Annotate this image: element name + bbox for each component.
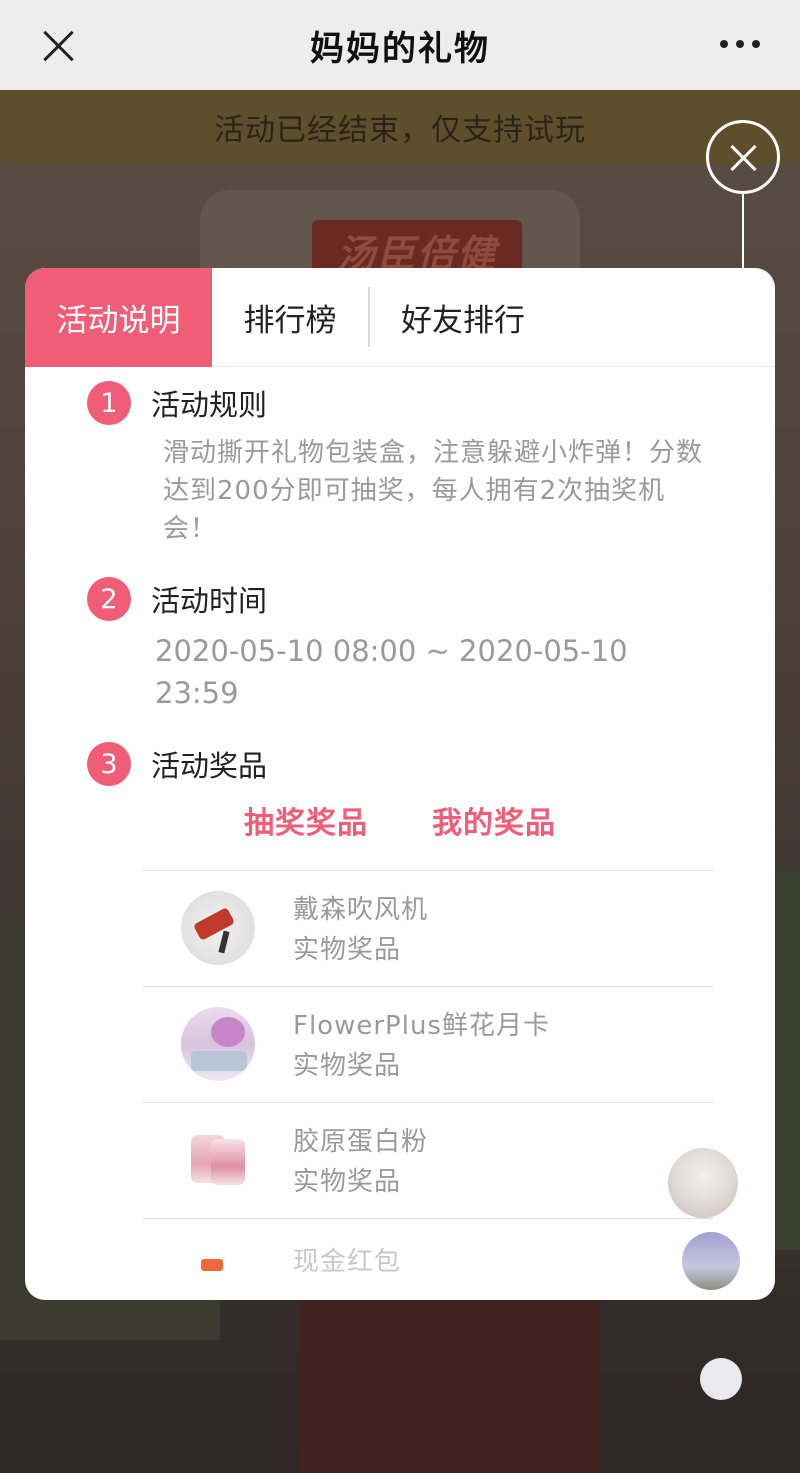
prize-type: 实物奖品: [293, 1051, 402, 1081]
prize-name: 戴森吹风机: [293, 895, 429, 925]
prize-name: FlowerPlus鲜花月卡: [293, 1011, 550, 1041]
close-icon[interactable]: [38, 26, 78, 66]
red-packet-image: [181, 1239, 255, 1278]
prize-name: 现金红包: [293, 1247, 402, 1277]
section-prizes-header: 3 活动奖品: [87, 742, 267, 786]
tab-my-prizes[interactable]: 我的奖品: [432, 798, 556, 842]
event-time-text: 2020-05-10 08:00 ~ 2020-05-10 23:59: [155, 634, 628, 710]
section-rules-header: 1 活动规则: [87, 381, 267, 425]
rules-text: 滑动撕开礼物包装盒，注意躲避小炸弹！分数达到200分即可抽奖，每人拥有2次抽奖机…: [163, 438, 704, 544]
hair-dryer-image: [181, 891, 255, 965]
tab-lottery-prizes[interactable]: 抽奖奖品: [244, 798, 368, 842]
avatar[interactable]: [668, 1148, 738, 1218]
prize-tabs: 抽奖奖品 我的奖品: [25, 798, 775, 842]
prize-list: 戴森吹风机 实物奖品 FlowerPlus鲜花月卡 实物奖品 胶原蛋白粉 实物奖…: [143, 870, 713, 1278]
section-number-badge: 1: [87, 381, 131, 425]
modal-close-icon[interactable]: [706, 120, 780, 194]
page-title: 妈妈的礼物: [310, 28, 490, 69]
event-ended-text: 活动已经结束，仅支持试玩: [214, 113, 586, 148]
section-number-badge: 2: [87, 577, 131, 621]
avatar[interactable]: [700, 1358, 742, 1400]
modal-tabs: 活动说明 排行榜 好友排行: [25, 268, 775, 367]
prize-type: 实物奖品: [293, 1167, 402, 1197]
section-title: 活动时间: [151, 584, 268, 618]
tab-activity-info[interactable]: 活动说明: [25, 268, 212, 367]
collagen-powder-image: [181, 1123, 255, 1197]
activity-info-modal: 活动说明 排行榜 好友排行 1 活动规则 滑动撕开礼物包装盒，注意躲避小炸弹！分…: [25, 268, 775, 1300]
list-item: 现金红包: [143, 1218, 713, 1278]
more-dots-icon[interactable]: [720, 40, 760, 48]
list-item: 戴森吹风机 实物奖品: [143, 870, 713, 986]
section-title: 活动奖品: [151, 749, 268, 783]
tab-leaderboard[interactable]: 排行榜: [212, 268, 368, 367]
tab-friends-ranking[interactable]: 好友排行: [370, 268, 556, 367]
list-item: FlowerPlus鲜花月卡 实物奖品: [143, 986, 713, 1102]
avatar[interactable]: [682, 1232, 740, 1290]
list-item: 胶原蛋白粉 实物奖品: [143, 1102, 713, 1218]
prize-name: 胶原蛋白粉: [293, 1127, 429, 1157]
section-time-header: 2 活动时间: [87, 577, 267, 621]
flower-image: [181, 1007, 255, 1081]
section-number-badge: 3: [87, 742, 131, 786]
top-bar: 妈妈的礼物: [0, 0, 800, 90]
event-ended-banner: 活动已经结束，仅支持试玩: [0, 90, 800, 164]
prize-type: 实物奖品: [293, 935, 402, 965]
section-title: 活动规则: [151, 388, 268, 422]
modal-close-connector: [742, 194, 744, 270]
